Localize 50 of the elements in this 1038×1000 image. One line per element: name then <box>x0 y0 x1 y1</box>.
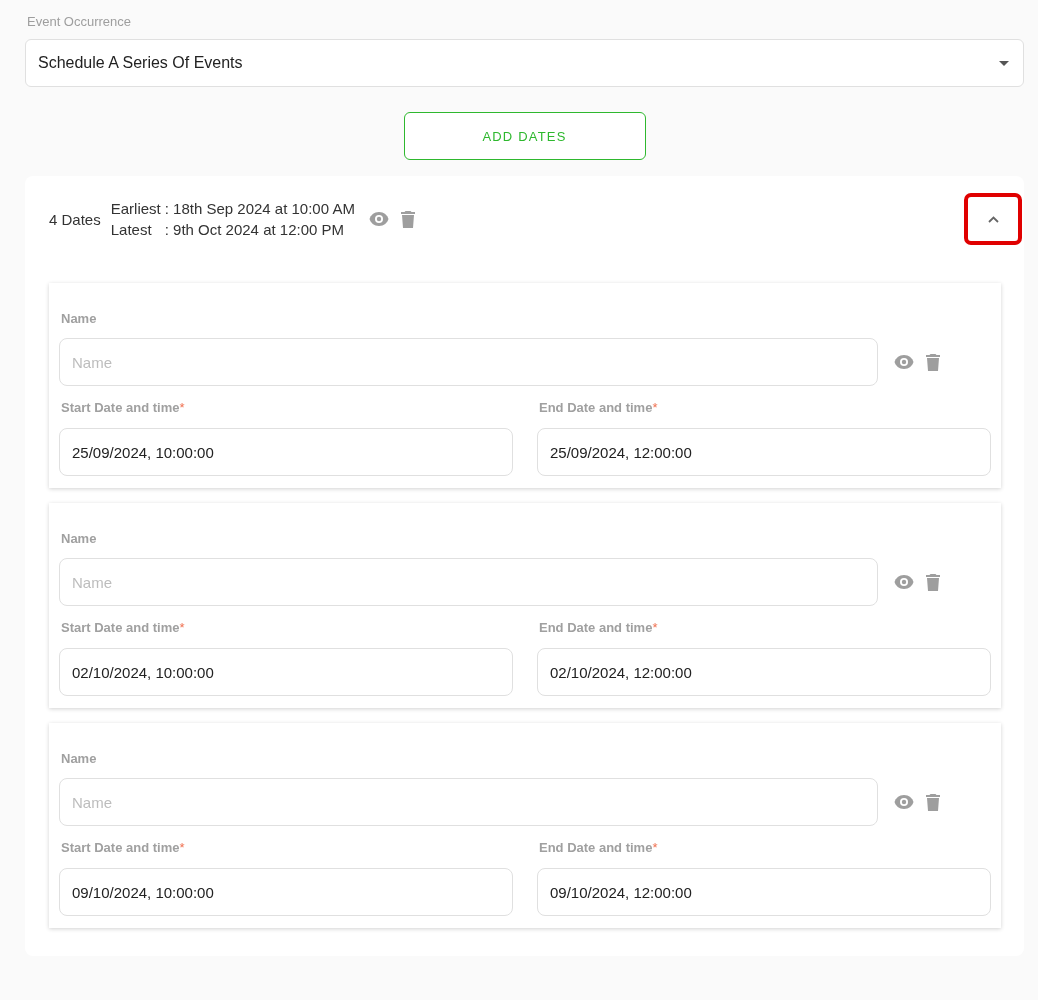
field-label: Name <box>61 751 98 766</box>
summary-label: Latest <box>110 221 153 238</box>
view-button[interactable] <box>894 355 914 369</box>
field-label: End Date and time <box>539 400 653 415</box>
eye-icon <box>894 575 914 589</box>
required-mark: * <box>652 840 658 855</box>
summary-value: : 18th Sep 2024 at 10:00 AM <box>164 200 355 217</box>
dates-count: 4 Dates <box>49 210 101 228</box>
eye-icon <box>894 795 914 809</box>
start-date-input[interactable]: 25/09/2024, 10:00:00 <box>59 428 513 476</box>
eye-icon <box>368 212 389 226</box>
required-mark: * <box>179 400 185 415</box>
name-input[interactable]: Name <box>59 338 878 386</box>
delete-button[interactable] <box>926 573 940 591</box>
occurrence-select[interactable]: Schedule A Series Of Events <box>25 39 1024 87</box>
field-label: End Date and time <box>539 840 653 855</box>
field-label: Start Date and time <box>61 400 180 415</box>
required-mark: * <box>179 840 185 855</box>
name-input[interactable]: Name <box>59 558 878 606</box>
summary-value: : 9th Oct 2024 at 12:00 PM <box>164 221 345 238</box>
delete-button[interactable] <box>926 353 940 371</box>
end-date-input[interactable]: 09/10/2024, 12:00:00 <box>537 868 991 916</box>
required-mark: * <box>652 400 658 415</box>
caret-icon <box>999 60 1009 66</box>
eye-icon <box>894 355 914 369</box>
end-date-input[interactable]: 25/09/2024, 12:00:00 <box>537 428 991 476</box>
view-button[interactable] <box>894 575 914 589</box>
view-button[interactable] <box>894 795 914 809</box>
chevron-icon <box>987 215 999 223</box>
trash-icon <box>926 573 940 591</box>
field-label: End Date and time <box>539 620 653 635</box>
required-mark: * <box>652 620 658 635</box>
view-button[interactable] <box>368 212 389 226</box>
required-mark: * <box>179 620 185 635</box>
trash-icon <box>926 353 940 371</box>
summary-label: Earliest <box>110 200 161 217</box>
collapse-button[interactable] <box>964 193 1022 245</box>
delete-button[interactable] <box>926 793 940 811</box>
start-date-input[interactable]: 09/10/2024, 10:00:00 <box>59 868 513 916</box>
trash-icon <box>400 210 415 228</box>
field-label: Start Date and time <box>61 840 180 855</box>
field-label: Event Occurrence <box>27 14 133 29</box>
name-input[interactable]: Name <box>59 778 878 826</box>
field-label: Name <box>61 531 98 546</box>
field-label: Start Date and time <box>61 620 180 635</box>
field-label: Name <box>61 311 98 326</box>
end-date-input[interactable]: 02/10/2024, 12:00:00 <box>537 648 991 696</box>
trash-icon <box>926 793 940 811</box>
start-date-input[interactable]: 02/10/2024, 10:00:00 <box>59 648 513 696</box>
delete-button[interactable] <box>400 210 415 228</box>
